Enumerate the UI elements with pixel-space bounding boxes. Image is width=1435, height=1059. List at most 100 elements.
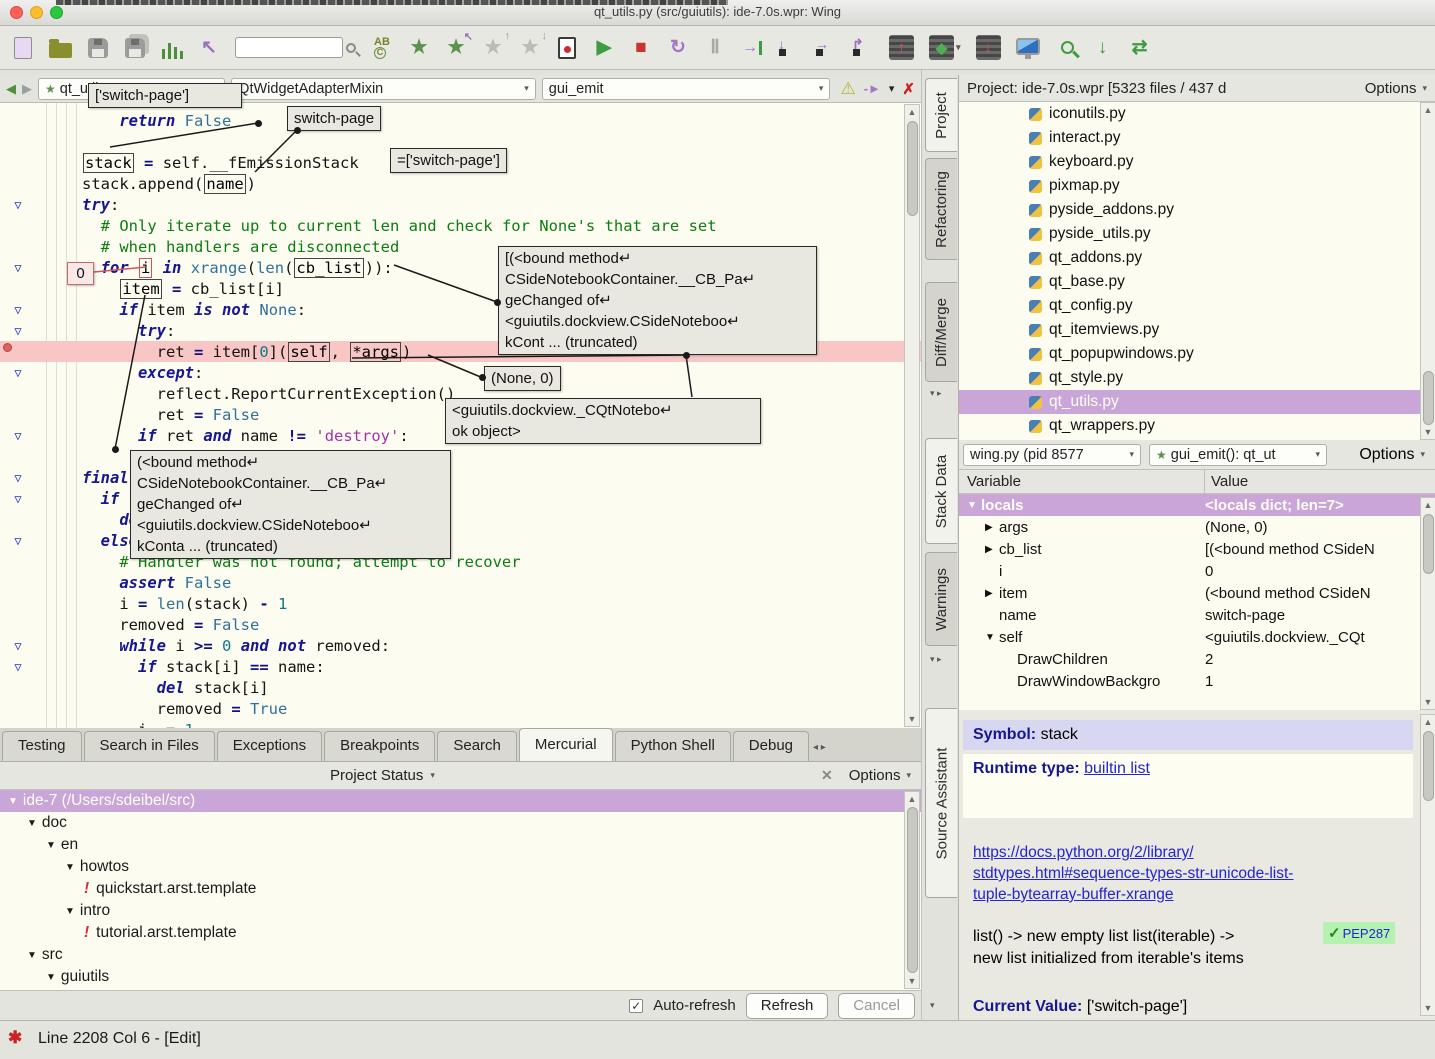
variable-row[interactable]: ▶ cb_list [(<bound method CSideN: [959, 538, 1435, 560]
expander-icon[interactable]: ▼: [27, 818, 37, 829]
pep-badge[interactable]: ✓ PEP287: [1323, 922, 1396, 944]
tree-item[interactable]: ▼ src: [0, 944, 921, 966]
fold-marker[interactable]: ▽: [0, 492, 36, 506]
bottom-tab-breakpoints[interactable]: Breakpoints: [324, 731, 436, 761]
expander-icon[interactable]: ▶: [985, 544, 999, 555]
variable-row[interactable]: ▶ item (<bound method CSideN: [959, 582, 1435, 604]
runtime-type-link[interactable]: builtin list: [1084, 760, 1150, 777]
expander-icon[interactable]: ▼: [65, 906, 75, 917]
expander-icon[interactable]: ▼: [27, 950, 37, 961]
chevron-down-icon[interactable]: ▾: [889, 82, 895, 95]
tab-project[interactable]: Project: [925, 78, 957, 152]
project-file-item[interactable]: qt_addons.py: [959, 246, 1435, 270]
variable-row[interactable]: DrawChildren 2: [959, 648, 1435, 670]
project-file-item[interactable]: pyside_utils.py: [959, 222, 1435, 246]
variable-row[interactable]: DrawWindowBackgro 1: [959, 670, 1435, 692]
bottom-tab-exceptions[interactable]: Exceptions: [216, 731, 323, 761]
toolbar-search-input[interactable]: [235, 34, 356, 62]
save-button[interactable]: [87, 34, 109, 62]
scroll-up-icon[interactable]: ▲: [905, 105, 919, 119]
code-line[interactable]: assert False: [0, 572, 921, 593]
scroll-up-icon[interactable]: ▲: [1421, 715, 1435, 729]
open-file-button[interactable]: [49, 34, 72, 62]
mercurial-scrollbar[interactable]: ▲ ▼: [904, 791, 920, 989]
variable-row[interactable]: ▼ locals <locals dict; len=7>: [959, 494, 1435, 516]
tab-scroll-icon[interactable]: ▾: [930, 1000, 935, 1011]
fold-marker[interactable]: ▽: [0, 429, 36, 443]
back-button[interactable]: ◀: [6, 81, 16, 97]
project-file-item[interactable]: qt_wrappers.py: [959, 414, 1435, 438]
bottom-tab-testing[interactable]: Testing: [2, 731, 82, 761]
new-file-button[interactable]: [12, 34, 34, 62]
project-file-item[interactable]: qt_itemviews.py: [959, 318, 1435, 342]
tree-item[interactable]: ! quickstart.arst.template: [0, 878, 921, 900]
variable-row[interactable]: ▶ args (None, 0): [959, 516, 1435, 538]
goto-line-icon[interactable]: -►: [864, 81, 881, 96]
column-variable[interactable]: Variable: [959, 470, 1205, 493]
tab-source-assistant[interactable]: Source Assistant: [925, 708, 957, 898]
fold-marker[interactable]: ▽: [0, 261, 36, 275]
view-dropdown[interactable]: Project Status ▾: [330, 767, 435, 784]
expander-icon[interactable]: ▼: [8, 796, 18, 807]
fold-marker[interactable]: ▽: [0, 366, 36, 380]
code-line[interactable]: i = len(stack) - 1: [0, 593, 921, 614]
code-line[interactable]: removed = False: [0, 614, 921, 635]
debug-bug-icon[interactable]: ✱: [8, 1028, 22, 1048]
fold-marker[interactable]: ▽: [0, 660, 36, 674]
stack-scrollbar[interactable]: ▲ ▼: [1420, 497, 1435, 710]
scroll-down-icon[interactable]: ▼: [1421, 695, 1435, 709]
project-file-item[interactable]: qt_base.py: [959, 270, 1435, 294]
column-value[interactable]: Value: [1205, 473, 1248, 490]
sync-button[interactable]: ⇄: [1129, 34, 1151, 62]
assistant-scrollbar[interactable]: ▲ ▼: [1420, 714, 1435, 1016]
scrollbar-thumb[interactable]: [1423, 371, 1434, 425]
class-dropdown[interactable]: QtWidgetAdapterMixin ▾: [231, 77, 536, 100]
code-line[interactable]: return False: [0, 110, 921, 131]
bookmark-prev-button[interactable]: ★ ↑: [482, 30, 510, 62]
close-panel-icon[interactable]: ✕: [821, 767, 833, 784]
step-over-button[interactable]: →: [815, 34, 837, 62]
cancel-button[interactable]: Cancel: [838, 992, 915, 1019]
scroll-down-icon[interactable]: ▼: [1421, 425, 1435, 439]
project-file-item[interactable]: pyside_addons.py: [959, 198, 1435, 222]
close-icon[interactable]: ✗: [902, 80, 915, 98]
forward-button[interactable]: ▶: [22, 81, 32, 97]
scroll-up-icon[interactable]: ▲: [1421, 498, 1435, 512]
tree-item[interactable]: ▼ guiutils: [0, 966, 921, 988]
tab-warnings[interactable]: Warnings: [925, 552, 957, 646]
bookmark-next-button[interactable]: ★ ↓: [519, 30, 547, 62]
scroll-down-icon[interactable]: ▼: [905, 974, 919, 988]
code-line[interactable]: removed = True: [0, 698, 921, 719]
expander-icon[interactable]: ▼: [985, 632, 999, 643]
fold-marker[interactable]: ▽: [0, 639, 36, 653]
tree-item[interactable]: ! tutorial.arst.template: [0, 922, 921, 944]
code-line[interactable]: ▽ while i >= 0 and not removed:: [0, 635, 921, 656]
fold-marker[interactable]: ▽: [0, 198, 36, 212]
code-line[interactable]: del stack[i]: [0, 677, 921, 698]
variable-row[interactable]: name switch-page: [959, 604, 1435, 626]
expander-icon[interactable]: ▶: [985, 522, 999, 533]
expander-icon[interactable]: ▼: [967, 500, 981, 511]
frame-dropdown[interactable]: ★ gui_emit(): qt_ut ▾: [1149, 443, 1327, 466]
scroll-down-icon[interactable]: ▼: [1421, 1001, 1435, 1015]
fold-marker[interactable]: ▽: [0, 324, 36, 338]
tree-item[interactable]: ▼ en: [0, 834, 921, 856]
project-scrollbar[interactable]: ▲ ▼: [1420, 102, 1435, 440]
tab-scroll-icon[interactable]: ▾ ▸: [930, 654, 942, 665]
project-file-item[interactable]: pixmap.py: [959, 174, 1435, 198]
code-line[interactable]: ▽ except:: [0, 362, 921, 383]
update-button[interactable]: ↓: [1092, 34, 1114, 62]
bottom-tab-python-shell[interactable]: Python Shell: [614, 731, 731, 761]
bookmark-add-button[interactable]: ★ ↖: [445, 31, 473, 62]
debug-stop-button[interactable]: ■: [630, 34, 652, 62]
bottom-tab-search[interactable]: Search: [437, 731, 517, 761]
fold-marker[interactable]: ▽: [0, 534, 36, 548]
scroll-up-icon[interactable]: ▲: [1421, 103, 1435, 117]
code-line[interactable]: ▽ if stack[i] == name:: [0, 656, 921, 677]
project-file-item[interactable]: keyboard.py: [959, 150, 1435, 174]
expander-icon[interactable]: ▼: [46, 840, 56, 851]
expander-icon[interactable]: ▼: [46, 972, 56, 983]
refresh-button[interactable]: Refresh: [745, 992, 829, 1019]
step-over-down-button[interactable]: ↓: [778, 34, 800, 62]
variable-row[interactable]: i0: [959, 560, 1435, 582]
